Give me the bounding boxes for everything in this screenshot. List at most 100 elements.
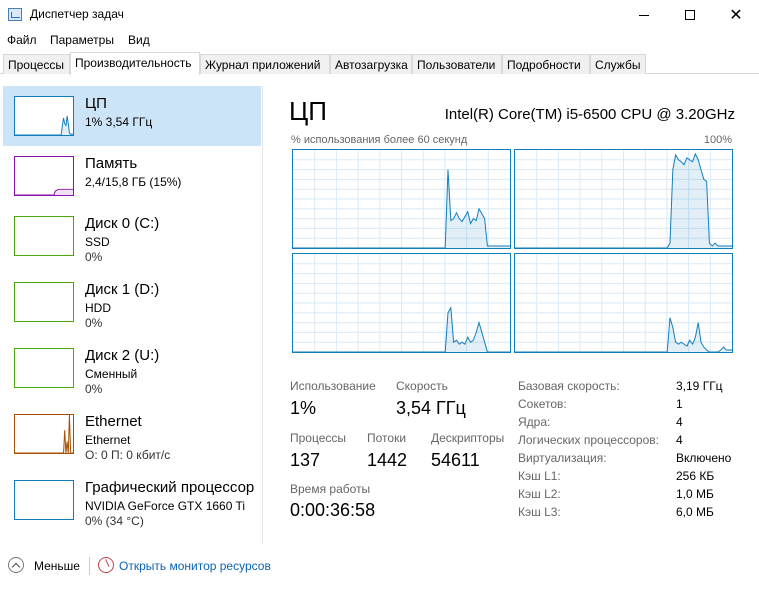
tab-users[interactable]: Пользователи: [412, 54, 502, 74]
cpu-core-graph-2: [292, 253, 511, 353]
sidebar-item-disk-0[interactable]: Диск 0 (C:) SSD 0%: [3, 206, 261, 266]
speed-value: 3,54 ГГц: [396, 398, 466, 418]
sidebar-item-usage: 0%: [85, 250, 103, 264]
processes-value: 137: [290, 450, 321, 470]
sidebar-item-detail: SSD: [85, 235, 110, 249]
info-value: 4: [676, 433, 683, 447]
sidebar-item-usage: О: 0 П: 0 кбит/с: [85, 448, 171, 462]
maximize-icon: [685, 10, 695, 20]
info-label: Виртуализация:: [518, 451, 607, 465]
usage-area: [15, 116, 73, 135]
sidebar-item-name: Диск 1 (D:): [85, 281, 160, 298]
info-value: 1: [676, 397, 683, 411]
info-label: Кэш L1:: [518, 469, 561, 483]
info-label: Базовая скорость:: [518, 379, 620, 393]
usage-area: [15, 189, 73, 195]
threads-value: 1442: [367, 450, 408, 470]
cpu-core-graph-1: [514, 149, 733, 249]
sidebar-item-cpu[interactable]: ЦП 1% 3,54 ГГц: [3, 86, 261, 146]
info-value: 256 КБ: [676, 469, 715, 483]
graph-caption: % использования более 60 секунд: [291, 134, 468, 146]
speed-label: Скорость: [396, 379, 448, 393]
info-value: 4: [676, 415, 683, 429]
sidebar-item-name: Память: [85, 155, 138, 172]
sidebar-item-detail: Сменный: [85, 367, 138, 381]
sidebar-graph-cpu: [14, 96, 74, 136]
maximize-button[interactable]: [667, 0, 713, 30]
sidebar-item-name: Диск 2 (U:): [85, 347, 160, 364]
footer-divider: [89, 557, 90, 575]
menu-file[interactable]: Файл: [7, 33, 37, 47]
sidebar-item-detail: 2,4/15,8 ГБ (15%): [85, 175, 182, 189]
tab-processes[interactable]: Процессы: [3, 54, 70, 74]
menu-bar: Файл Параметры Вид: [0, 30, 759, 50]
sidebar-graph-disk-0: [14, 216, 74, 256]
uptime-value: 0:00:36:58: [290, 500, 376, 520]
menu-view[interactable]: Вид: [128, 33, 150, 47]
graph-max-label: 100%: [703, 134, 732, 146]
menu-options[interactable]: Параметры: [50, 33, 114, 47]
uptime-label: Время работы: [290, 482, 371, 496]
usage-line: [15, 415, 73, 453]
minimize-button[interactable]: [621, 0, 667, 30]
processes-label: Процессы: [290, 431, 347, 445]
minimize-icon: [639, 14, 649, 16]
title-bar: Диспетчер задач ✕: [0, 0, 759, 30]
tab-app-history[interactable]: Журнал приложений: [200, 54, 330, 74]
close-button[interactable]: ✕: [713, 0, 759, 30]
sidebar-item-name: Графический процессор: [85, 479, 255, 496]
sidebar-graph-disk-1: [14, 282, 74, 322]
info-label: Кэш L2:: [518, 487, 561, 501]
sidebar-item-usage: 0% (34 °C): [85, 514, 144, 528]
sidebar-item-usage: 0%: [85, 316, 103, 330]
footer-bar: Меньше Открыть монитор ресурсов: [0, 552, 759, 580]
info-value: Включено: [676, 451, 732, 465]
close-icon: ✕: [729, 5, 743, 24]
sidebar-item-usage: 0%: [85, 382, 103, 396]
cpu-model-name: Intel(R) Core(TM) i5-6500 CPU @ 3.20GHz: [444, 106, 735, 123]
sidebar-item-name: Диск 0 (C:): [85, 215, 160, 232]
sidebar-item-ethernet[interactable]: Ethernet Ethernet О: 0 П: 0 кбит/с: [3, 404, 261, 464]
handles-label: Дескрипторы: [431, 431, 505, 445]
cpu-core-graph-0: [292, 149, 511, 249]
info-value: 3,19 ГГц: [676, 379, 723, 393]
sidebar-item-disk-1[interactable]: Диск 1 (D:) HDD 0%: [3, 272, 261, 332]
usage-label: Использование: [290, 379, 376, 393]
sidebar-item-gpu[interactable]: Графический процессор NVIDIA GeForce GTX…: [3, 470, 261, 530]
info-label: Логических процессоров:: [518, 433, 659, 447]
tab-startup[interactable]: Автозагрузка: [330, 54, 412, 74]
handles-value: 54611: [431, 450, 480, 470]
fewer-details-button[interactable]: Меньше: [34, 559, 80, 573]
sidebar-item-detail: HDD: [85, 301, 111, 315]
chevron-up-icon[interactable]: [8, 557, 24, 573]
sidebar-item-detail: NVIDIA GeForce GTX 1660 Ti: [85, 499, 246, 513]
tab-bar: Процессы Производительность Журнал прило…: [0, 52, 759, 75]
sidebar-item-disk-2[interactable]: Диск 2 (U:) Сменный 0%: [3, 338, 261, 398]
info-label: Сокетов:: [518, 397, 567, 411]
sidebar-item-detail: 1% 3,54 ГГц: [85, 115, 153, 129]
sidebar-graph-disk-2: [14, 348, 74, 388]
resource-sidebar: ЦП 1% 3,54 ГГц Память 2,4/15,8 ГБ (15%) …: [0, 86, 263, 544]
cpu-core-graph-3: [514, 253, 733, 353]
tab-services[interactable]: Службы: [590, 54, 646, 74]
sidebar-item-name: ЦП: [85, 95, 107, 112]
threads-label: Потоки: [367, 431, 407, 445]
tab-performance[interactable]: Производительность: [70, 52, 200, 75]
task-manager-icon: [8, 8, 22, 21]
sidebar-graph-ethernet: [14, 414, 74, 454]
usage-value: 1%: [290, 398, 317, 418]
sidebar-item-name: Ethernet: [85, 413, 142, 430]
resource-monitor-icon: [98, 557, 114, 573]
info-value: 1,0 МБ: [676, 487, 714, 501]
open-resource-monitor-link[interactable]: Открыть монитор ресурсов: [119, 559, 271, 573]
info-label: Ядра:: [518, 415, 551, 429]
sidebar-graph-memory: [14, 156, 74, 196]
info-value: 6,0 МБ: [676, 505, 714, 519]
sidebar-graph-gpu: [14, 480, 74, 520]
sidebar-item-detail: Ethernet: [85, 433, 131, 447]
info-label: Кэш L3:: [518, 505, 561, 519]
sidebar-item-memory[interactable]: Память 2,4/15,8 ГБ (15%): [3, 146, 261, 206]
page-title: ЦП: [289, 96, 327, 126]
window-title: Диспетчер задач: [30, 7, 124, 21]
tab-details[interactable]: Подробности: [502, 54, 590, 74]
